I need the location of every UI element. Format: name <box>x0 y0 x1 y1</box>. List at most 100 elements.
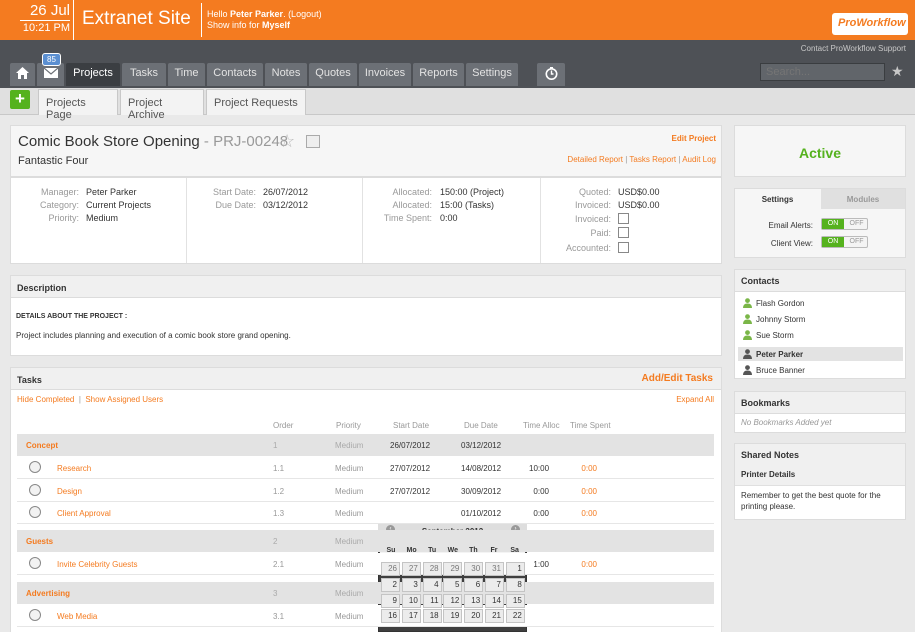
calendar-day[interactable]: 18 <box>422 609 442 624</box>
calendar-day[interactable]: 27 <box>401 562 421 576</box>
nav-tab-contacts[interactable]: Contacts <box>207 63 263 86</box>
user-name-link[interactable]: Peter Parker <box>230 9 283 19</box>
note-title[interactable]: Printer Details <box>735 465 905 486</box>
expand-all-link[interactable]: Expand All <box>640 395 714 404</box>
calendar-day[interactable]: 16 <box>381 609 400 624</box>
calendar-day[interactable]: 10 <box>401 593 421 608</box>
calendar-day[interactable]: 29 <box>443 562 463 576</box>
calendar-day[interactable]: 13 <box>464 593 484 608</box>
task-name-link[interactable]: Web Media <box>57 612 97 621</box>
contact-item[interactable]: Bruce Banner <box>738 363 903 377</box>
calendar-day[interactable]: 11 <box>422 593 442 608</box>
calendar-day[interactable]: 12 <box>443 593 463 608</box>
calendar-day[interactable]: 28 <box>422 562 442 576</box>
calendar-day[interactable]: 17 <box>401 609 421 624</box>
calendar-day[interactable]: 4 <box>422 577 442 592</box>
add-edit-tasks-link[interactable]: Add/Edit Tasks <box>600 373 714 384</box>
calendar-day[interactable]: 30 <box>464 562 484 576</box>
paid-checkbox[interactable] <box>618 227 629 238</box>
task-group-row[interactable]: Guests 2 Medium <box>17 530 714 552</box>
tab-settings[interactable]: Settings <box>735 189 820 209</box>
mail-tab[interactable] <box>37 63 64 86</box>
task-complete-radio[interactable] <box>29 557 41 569</box>
people-field-value: Medium <box>86 213 119 223</box>
subnav-tab-projects-page[interactable]: Projects Page <box>38 89 118 121</box>
nav-tab-projects[interactable]: Projects <box>66 63 120 86</box>
calendar-day[interactable]: 15 <box>505 593 525 608</box>
timer-tab[interactable] <box>537 63 565 86</box>
calendar-day[interactable]: 21 <box>485 609 504 624</box>
client-view-toggle[interactable]: ON OFF <box>821 236 868 248</box>
task-complete-radio[interactable] <box>29 609 41 621</box>
bookmark-star-icon[interactable]: ☆ <box>279 131 295 152</box>
show-assigned-users-link[interactable]: Show Assigned Users <box>85 395 163 404</box>
calculator-icon[interactable] <box>306 135 320 148</box>
subnav-tab-project-requests[interactable]: Project Requests <box>206 89 306 115</box>
money-field-label: Accounted: <box>565 243 611 253</box>
calendar-day[interactable]: 8 <box>505 577 525 592</box>
project-client[interactable]: Fantastic Four <box>18 155 88 167</box>
task-group-order: 1 <box>273 441 278 450</box>
task-group-name[interactable]: Advertising <box>26 589 70 598</box>
money-field-label: Invoiced: <box>574 200 611 210</box>
task-name-link[interactable]: Invite Celebrity Guests <box>57 560 137 569</box>
task-complete-radio[interactable] <box>29 484 41 496</box>
nav-tab-invoices[interactable]: Invoices <box>359 63 411 86</box>
calendar-day[interactable]: 1 <box>505 562 525 576</box>
calendar-day[interactable]: 5 <box>443 577 463 592</box>
task-name-link[interactable]: Design <box>57 487 82 496</box>
logo[interactable]: ProWorkflow <box>832 13 908 35</box>
tab-modules[interactable]: Modules <box>821 189 905 209</box>
unread-count-badge: 85 <box>42 53 61 66</box>
support-link[interactable]: Contact ProWorkflow Support <box>700 44 906 53</box>
contact-item[interactable]: Flash Gordon <box>738 296 903 310</box>
hide-completed-link[interactable]: Hide Completed <box>17 395 74 404</box>
task-complete-radio[interactable] <box>29 506 41 518</box>
search-input[interactable] <box>760 63 885 81</box>
nav-tab-settings[interactable]: Settings <box>466 63 518 86</box>
invoiced-checkbox[interactable] <box>618 213 629 224</box>
contact-item[interactable]: Peter Parker <box>738 347 903 361</box>
stopwatch-icon <box>545 67 557 80</box>
task-name-link[interactable]: Client Approval <box>57 509 111 518</box>
calendar-day[interactable]: 14 <box>485 593 504 608</box>
accounted-checkbox[interactable] <box>618 242 629 253</box>
contact-name: Sue Storm <box>756 331 794 340</box>
calendar-day[interactable]: 3 <box>401 577 421 592</box>
nav-tab-quotes[interactable]: Quotes <box>309 63 357 86</box>
add-project-button[interactable]: + <box>10 90 30 109</box>
nav-tab-reports[interactable]: Reports <box>413 63 464 86</box>
calendar-day[interactable]: 6 <box>464 577 484 592</box>
nav-tab-tasks[interactable]: Tasks <box>122 63 166 86</box>
subnav-tab-project-archive[interactable]: Project Archive <box>120 89 204 121</box>
nav-tab-time[interactable]: Time <box>168 63 205 86</box>
date-divider <box>20 20 70 21</box>
nav-tab-notes[interactable]: Notes <box>265 63 307 86</box>
calendar-day[interactable]: 2 <box>381 577 400 592</box>
email-alerts-toggle[interactable]: ON OFF <box>821 218 868 230</box>
calendar-day[interactable]: 26 <box>381 562 400 576</box>
task-group-name[interactable]: Guests <box>26 537 53 546</box>
task-group-row[interactable]: Concept 1 Medium 26/07/2012 03/12/2012 <box>17 434 714 456</box>
task-group-row[interactable]: Advertising 3 Medium <box>17 582 714 604</box>
audit-log-link[interactable]: Audit Log <box>682 155 716 164</box>
calendar-day[interactable]: 20 <box>464 609 484 624</box>
calendar-day[interactable]: 31 <box>485 562 504 576</box>
calendar-day[interactable]: 19 <box>443 609 463 624</box>
edit-project-link[interactable]: Edit Project <box>600 134 716 143</box>
favorites-star-icon[interactable]: ★ <box>891 63 904 80</box>
task-complete-radio[interactable] <box>29 461 41 473</box>
tasks-report-link[interactable]: Tasks Report <box>629 155 676 164</box>
calendar-day[interactable]: 22 <box>505 609 525 624</box>
calendar-day[interactable]: 7 <box>485 577 504 592</box>
contact-item[interactable]: Johnny Storm <box>738 312 903 326</box>
logout-link[interactable]: . (Logout) <box>283 9 322 19</box>
detailed-report-link[interactable]: Detailed Report <box>567 155 623 164</box>
task-name-link[interactable]: Research <box>57 464 91 473</box>
task-group-name[interactable]: Concept <box>26 441 58 450</box>
show-info-target-link[interactable]: Myself <box>262 20 290 30</box>
calendar-day[interactable]: 9 <box>381 593 400 608</box>
show-info-prefix: Show info for <box>207 20 263 30</box>
contact-item[interactable]: Sue Storm <box>738 328 903 342</box>
home-tab[interactable] <box>10 63 35 86</box>
